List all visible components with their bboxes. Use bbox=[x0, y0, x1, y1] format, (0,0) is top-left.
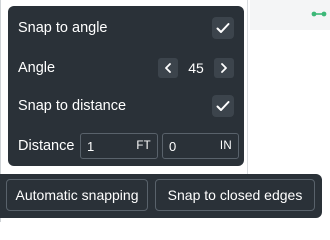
snap-to-angle-label: Snap to angle bbox=[18, 20, 108, 36]
angle-decrease-button[interactable] bbox=[158, 58, 178, 78]
snap-to-angle-checkbox[interactable] bbox=[212, 17, 234, 39]
snap-to-distance-checkbox[interactable] bbox=[212, 95, 234, 117]
distance-inches-field[interactable]: 0 IN bbox=[162, 133, 239, 159]
snapping-mode-bar: Automatic snapping Snap to closed edges bbox=[0, 174, 322, 218]
check-icon bbox=[216, 101, 230, 111]
distance-label: Distance bbox=[18, 138, 75, 154]
distance-feet-unit: FT bbox=[136, 140, 151, 152]
snapping-settings-panel: Snap to angle Angle 45 Snap to distance bbox=[8, 6, 244, 166]
distance-row: Distance 1 FT 0 IN bbox=[8, 128, 244, 164]
chevron-right-icon bbox=[221, 63, 227, 73]
distance-inches-unit: IN bbox=[219, 140, 232, 152]
chevron-left-icon bbox=[165, 63, 171, 73]
snap-to-distance-label: Snap to distance bbox=[18, 98, 127, 114]
distance-feet-field[interactable]: 1 FT bbox=[80, 133, 158, 159]
angle-value[interactable]: 45 bbox=[178, 60, 214, 76]
check-icon bbox=[216, 23, 230, 33]
node-connector-icon[interactable] bbox=[311, 10, 327, 18]
automatic-snapping-button[interactable]: Automatic snapping bbox=[6, 179, 148, 211]
angle-increase-button[interactable] bbox=[214, 58, 234, 78]
snap-to-distance-row: Snap to distance bbox=[8, 88, 244, 124]
distance-feet-value: 1 bbox=[87, 138, 95, 154]
snap-to-closed-edges-button[interactable]: Snap to closed edges bbox=[155, 179, 315, 211]
angle-row: Angle 45 bbox=[8, 50, 244, 86]
angle-label: Angle bbox=[18, 60, 56, 76]
distance-inches-value: 0 bbox=[169, 138, 177, 154]
snap-to-angle-row: Snap to angle bbox=[8, 10, 244, 46]
angle-stepper: 45 bbox=[158, 57, 234, 79]
